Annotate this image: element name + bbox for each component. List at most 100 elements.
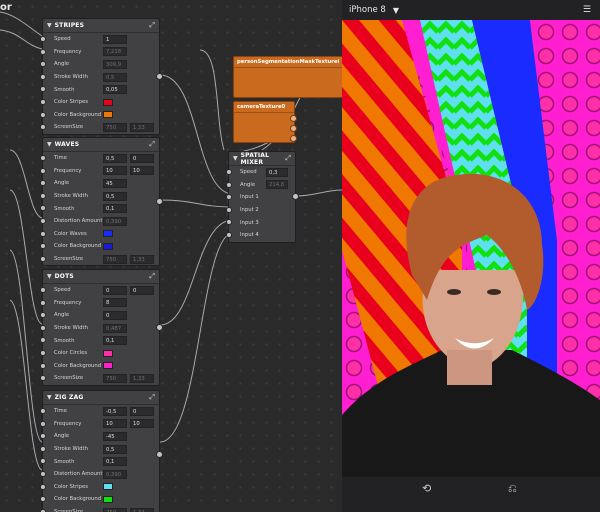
param-value[interactable]: 0 [103, 285, 127, 295]
param-value[interactable]: 0,3 [266, 167, 288, 177]
input-port[interactable] [40, 324, 46, 331]
input-port[interactable] [40, 192, 46, 199]
param-value[interactable]: -45 [103, 431, 127, 441]
input-port[interactable] [40, 496, 46, 503]
param-value-2[interactable]: 0 [130, 285, 154, 295]
param-value[interactable]: 45 [103, 178, 127, 188]
preview-viewport[interactable] [342, 20, 600, 476]
param-value[interactable]: -0,5 [103, 406, 127, 416]
input-port[interactable] [40, 470, 46, 477]
output-port[interactable] [290, 115, 297, 122]
input-port[interactable] [40, 483, 46, 490]
param-value-2[interactable]: 1,33 [130, 507, 154, 512]
input-port[interactable] [40, 349, 46, 356]
expand-icon[interactable]: ⤢ [149, 22, 155, 29]
stripes-node[interactable]: ▼ STRIPES ⤢ Speed 1 Frequency 7,218 Angle 309,9… [40, 18, 163, 135]
color-swatch[interactable] [103, 349, 113, 357]
color-swatch[interactable] [103, 242, 113, 250]
input-port[interactable] [40, 362, 46, 369]
input-port[interactable] [40, 217, 46, 224]
rotate-icon[interactable]: ⟲ [422, 482, 431, 495]
input-port[interactable] [226, 231, 232, 238]
collapse-triangle-icon[interactable]: ▼ [47, 141, 52, 148]
param-value[interactable]: 1 [103, 34, 127, 44]
param-value-2[interactable]: 0 [130, 153, 154, 163]
collapse-triangle-icon[interactable]: ▼ [47, 22, 52, 29]
input-port[interactable] [226, 219, 232, 226]
param-value[interactable]: 0,1 [103, 204, 127, 214]
output-port[interactable] [156, 72, 163, 80]
param-value[interactable]: 750 [103, 507, 127, 512]
input-port[interactable] [40, 433, 46, 440]
param-value-2[interactable]: 1,33 [130, 122, 154, 132]
input-port[interactable] [40, 86, 46, 93]
param-value[interactable]: 0,05 [103, 85, 127, 95]
input-port[interactable] [40, 445, 46, 452]
input-port[interactable] [226, 181, 232, 188]
input-port[interactable] [226, 169, 232, 175]
input-port[interactable] [40, 458, 46, 465]
param-value[interactable]: 7,218 [103, 47, 127, 57]
param-value[interactable]: 0,5 [103, 153, 127, 163]
input-port[interactable] [40, 36, 46, 42]
input-port[interactable] [40, 420, 46, 427]
zigzag-node[interactable]: ▼ ZIG ZAG ⤢ Time -0,5 0 Frequency 10 10 Angle -45… [40, 390, 163, 512]
color-swatch[interactable] [103, 495, 113, 503]
color-swatch[interactable] [103, 111, 113, 119]
input-port[interactable] [40, 337, 46, 344]
camera-texture-node[interactable]: cameraTexture0 [233, 101, 297, 143]
waves-node[interactable]: ▼ WAVES ⤢ Time 0,5 0 Frequency 10 10 Angle 45 Stro… [40, 137, 163, 267]
input-port[interactable] [40, 48, 46, 55]
param-value[interactable]: 750 [103, 122, 127, 132]
input-port[interactable] [40, 61, 46, 68]
input-port[interactable] [40, 180, 46, 187]
expand-icon[interactable]: ⤢ [149, 141, 155, 148]
param-value-2[interactable]: 1,33 [130, 254, 154, 264]
spatial-mixer-node[interactable]: ▼ SPATIAL MIXER ⤢ Speed 0,3 Angle 214,8 Inpu… [226, 151, 299, 243]
param-value[interactable]: 10 [103, 166, 127, 176]
param-value-2[interactable]: 10 [130, 166, 154, 176]
collapse-triangle-icon[interactable]: ▼ [47, 394, 52, 401]
param-value[interactable]: 0,1 [103, 336, 127, 346]
param-value[interactable]: 0,5 [103, 191, 127, 201]
expand-icon[interactable]: ⤢ [149, 394, 155, 401]
segmentation-texture-node[interactable]: personSegmentationMaskTexture0 [233, 56, 342, 98]
input-port[interactable] [40, 287, 46, 293]
input-port[interactable] [40, 375, 46, 382]
param-value[interactable]: 750 [103, 373, 127, 383]
input-port[interactable] [40, 243, 46, 250]
input-port[interactable] [40, 408, 46, 414]
param-value-2[interactable]: 1,33 [130, 373, 154, 383]
expand-icon[interactable]: ⤢ [149, 273, 155, 280]
collapse-triangle-icon[interactable]: ▼ [47, 273, 52, 280]
input-port[interactable] [40, 98, 46, 105]
collapse-triangle-icon[interactable]: ▼ [233, 155, 238, 162]
param-value[interactable]: 8 [103, 298, 127, 308]
color-swatch[interactable] [103, 230, 113, 238]
param-value[interactable]: 10 [103, 419, 127, 429]
input-port[interactable] [40, 299, 46, 306]
input-port[interactable] [40, 255, 46, 262]
input-port[interactable] [40, 111, 46, 118]
expand-icon[interactable]: ⤢ [285, 155, 291, 162]
param-value[interactable]: 0 [103, 310, 127, 320]
output-port[interactable] [290, 135, 297, 142]
param-value[interactable]: 0,1 [103, 457, 127, 467]
color-swatch[interactable] [103, 483, 113, 491]
param-value-2[interactable]: 0 [130, 406, 154, 416]
patch-editor-canvas[interactable]: or ▼ STRIPES ⤢ Speed 1 Frequency 7,218 Angle 30… [0, 0, 342, 512]
param-value[interactable]: 750 [103, 254, 127, 264]
input-port[interactable] [226, 194, 232, 201]
hamburger-menu-icon[interactable]: ☰ [583, 5, 591, 15]
output-port[interactable] [156, 323, 163, 331]
param-value[interactable]: 0,5 [103, 72, 127, 82]
param-value[interactable]: 309,9 [103, 59, 127, 69]
input-port[interactable] [40, 124, 46, 131]
param-value[interactable]: 0,390 [103, 469, 127, 479]
color-swatch[interactable] [103, 98, 113, 106]
input-port[interactable] [40, 73, 46, 80]
input-port[interactable] [40, 230, 46, 237]
input-port[interactable] [40, 155, 46, 161]
param-value[interactable]: 0,5 [103, 444, 127, 454]
dots-node[interactable]: ▼ DOTS ⤢ Speed 0 0 Frequency 8 Angle 0 Stroke Wid… [40, 269, 163, 386]
